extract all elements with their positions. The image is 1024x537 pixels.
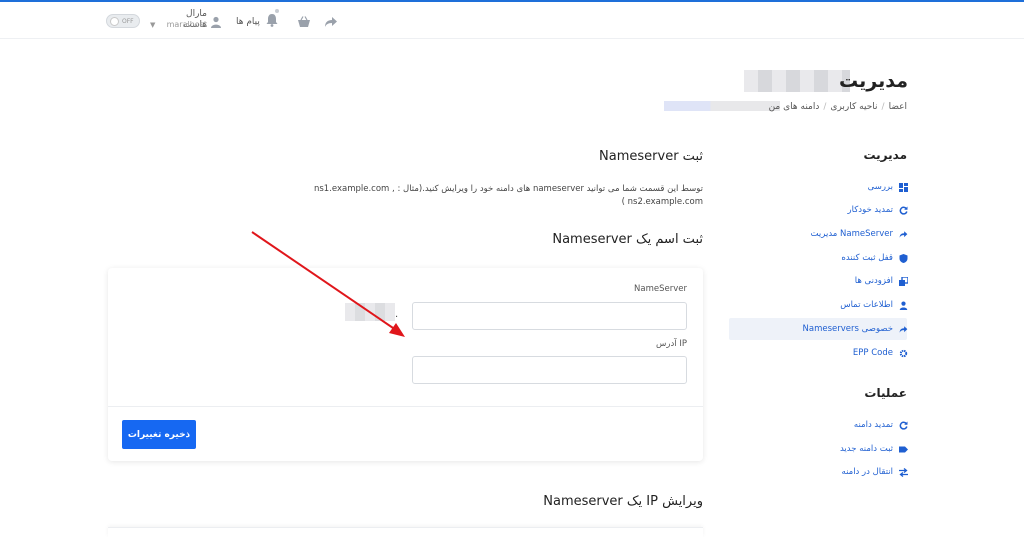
- share-icon: [899, 230, 908, 239]
- share-icon: [899, 325, 908, 334]
- dark-mode-toggle[interactable]: OFF: [106, 14, 140, 28]
- ip-address-input[interactable]: [412, 356, 687, 384]
- sidebar-item-contact-info[interactable]: اطلاعات تماس: [840, 295, 908, 315]
- domain-suffix-redacted: [345, 303, 395, 321]
- sidebar-item-private-nameservers[interactable]: Nameservers خصوصی: [803, 319, 908, 339]
- transfer-icon: [899, 467, 908, 477]
- notification-dot: [275, 9, 279, 13]
- sidebar-item-transfer-domain[interactable]: انتقال در دامنه: [842, 462, 908, 482]
- sidebar-manage-heading: مدیریت: [863, 148, 907, 162]
- breadcrumb-item-members[interactable]: اعضا: [889, 102, 907, 112]
- ip-address-label: آدرس IP: [656, 339, 687, 349]
- breadcrumb-separator: /: [823, 102, 827, 112]
- toggle-knob: [110, 16, 119, 26]
- top-navbar: OFF ▼ مارال هاست maralhost پیام ها: [0, 2, 1024, 39]
- card-divider: [108, 406, 703, 407]
- breadcrumb-separator: /: [881, 102, 885, 112]
- sidebar-item-label: انتقال در دامنه: [841, 467, 893, 477]
- refresh-icon: [899, 421, 908, 430]
- sidebar-item-nameserver-manage[interactable]: مدیریت NameServer: [811, 224, 908, 244]
- sidebar-item-epp-code[interactable]: EPP Code: [853, 343, 908, 363]
- register-nameserver-card: NameServer . آدرس IP ذخیره تغییرات: [108, 268, 703, 461]
- sidebar-item-registrar-lock[interactable]: قفل ثبت کننده: [841, 248, 908, 268]
- chevron-down-icon[interactable]: ▼: [150, 16, 155, 34]
- breadcrumb-item-user-area[interactable]: ناحیه کاربری: [830, 102, 877, 112]
- sidebar-item-label: ثبت دامنه جدید: [839, 444, 893, 454]
- breadcrumb-redacted: [664, 101, 780, 111]
- gear-icon: [899, 349, 908, 358]
- refresh-icon: [899, 206, 908, 215]
- sidebar-item-label: مدیریت NameServer: [810, 229, 893, 239]
- register-nameserver-title: ثبت Nameserver: [599, 149, 703, 164]
- sidebar-item-renew-domain[interactable]: تمدید دامنه: [854, 415, 908, 435]
- bell-icon[interactable]: [266, 11, 278, 29]
- nameserver-description: توسط این قسمت شما می توانید nameserver ه…: [313, 184, 703, 207]
- sidebar-item-label: تمدید خودکار: [847, 205, 893, 215]
- nameserver-label: NameServer: [634, 284, 687, 294]
- dashboard-icon: [899, 182, 908, 192]
- messages-link[interactable]: پیام ها: [236, 13, 260, 31]
- sidebar-item-label: تمدید دامنه: [853, 420, 893, 430]
- page-title: مدیریت: [839, 70, 908, 92]
- sidebar-item-addons[interactable]: افزودنی ها: [855, 271, 908, 291]
- nameserver-input[interactable]: [412, 302, 687, 330]
- basket-icon[interactable]: [297, 13, 311, 31]
- edit-nameserver-card: [108, 527, 703, 537]
- addons-icon: [899, 276, 908, 286]
- share-icon[interactable]: [324, 13, 338, 31]
- sidebar-ops-heading: عملیات: [864, 386, 907, 400]
- sidebar-item-overview[interactable]: بررسی: [868, 177, 908, 197]
- sidebar-item-auto-renew[interactable]: تمدید خودکار: [848, 200, 908, 220]
- shield-icon: [899, 253, 908, 263]
- sidebar-item-label: بررسی: [867, 182, 893, 192]
- user-subtitle: maralhost: [166, 20, 207, 29]
- domain-name-redacted: [744, 70, 850, 92]
- save-changes-button[interactable]: ذخیره تغییرات: [122, 420, 196, 449]
- user-icon[interactable]: [210, 13, 222, 31]
- sidebar-item-register-domain[interactable]: ثبت دامنه جدید: [840, 439, 908, 459]
- user-icon: [899, 301, 908, 310]
- breadcrumb: اعضا / ناحیه کاربری / دامنه های من: [769, 102, 907, 112]
- sidebar-item-label: افزودنی ها: [854, 276, 893, 286]
- register-one-nameserver-title: ثبت اسم یک Nameserver: [552, 232, 703, 247]
- breadcrumb-item-my-domains[interactable]: دامنه های من: [769, 102, 820, 112]
- toggle-label: OFF: [122, 17, 134, 25]
- sidebar-item-label: EPP Code: [852, 348, 893, 358]
- domain-suffix-dot: .: [395, 309, 399, 320]
- sidebar-item-label: Nameservers خصوصی: [802, 324, 893, 334]
- sidebar-item-label: اطلاعات تماس: [840, 300, 893, 310]
- sidebar-item-label: قفل ثبت کننده: [841, 253, 893, 263]
- tag-icon: [899, 445, 908, 454]
- edit-nameserver-ip-title: ویرایش IP یک Nameserver: [543, 494, 703, 509]
